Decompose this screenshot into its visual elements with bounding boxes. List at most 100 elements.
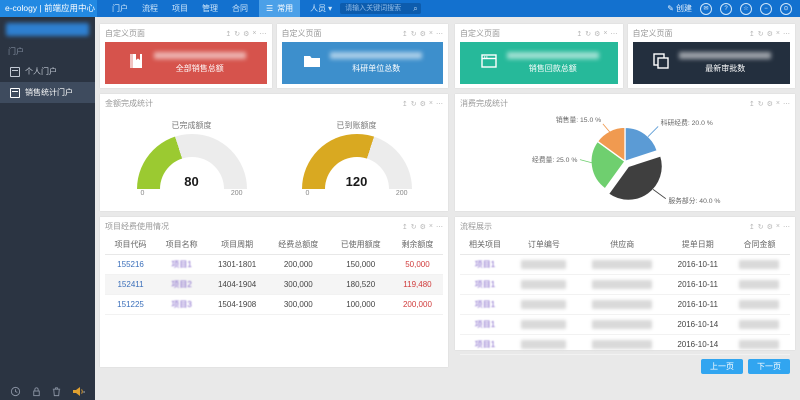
refresh-icon[interactable]: ↻ xyxy=(411,30,417,38)
gear-icon[interactable]: ⚙ xyxy=(420,30,426,38)
close-icon[interactable]: × xyxy=(429,100,433,107)
sidebar-bottom-toolbar xyxy=(0,386,95,397)
stat-card-payments[interactable]: 销售回款总额 xyxy=(460,42,618,84)
col-header: 订单编号 xyxy=(510,235,578,255)
search-icon[interactable]: ⌕ xyxy=(413,4,417,14)
stat-card-units[interactable]: 科研单位总数 xyxy=(282,42,444,84)
create-button[interactable]: ✎ 创建 xyxy=(667,3,692,14)
close-icon[interactable]: × xyxy=(776,30,780,37)
project-code-link[interactable]: 152411 xyxy=(105,275,156,295)
window-icon xyxy=(479,51,499,76)
share-icon[interactable]: ↥ xyxy=(749,30,755,38)
more-icon[interactable]: ⋯ xyxy=(783,100,790,108)
menu-item-manage[interactable]: 管理 xyxy=(202,3,218,14)
stat-card-approvals[interactable]: 最新审批数 xyxy=(633,42,791,84)
more-icon[interactable]: ⋯ xyxy=(611,30,618,38)
menu-item-common-active[interactable]: ☰ 常用 xyxy=(259,0,300,17)
panel-toolbar: ↥↻⚙×⋯ xyxy=(749,100,790,108)
announcement-speaker-icon[interactable] xyxy=(72,386,85,397)
col-header: 合同金额 xyxy=(729,235,790,255)
project-name-link[interactable]: 项目1 xyxy=(156,255,207,275)
refresh-icon[interactable]: ↻ xyxy=(758,30,764,38)
col-header: 相关项目 xyxy=(460,235,510,255)
gauge-min: 0 xyxy=(141,190,145,197)
create-label: 创建 xyxy=(676,3,692,14)
refresh-icon[interactable]: ↻ xyxy=(758,223,764,231)
gear-icon[interactable]: ⚙ xyxy=(767,223,773,231)
pie-panel: 消费完成统计 ↥↻⚙×⋯ xyxy=(455,94,795,211)
stat-value-blurred xyxy=(507,52,599,59)
close-icon[interactable]: × xyxy=(603,30,607,37)
related-project-link[interactable]: 项目1 xyxy=(460,275,510,295)
gear-icon[interactable]: ⚙ xyxy=(420,100,426,108)
gauge-label: 已完成额度 xyxy=(137,120,247,131)
message-icon[interactable]: ✉ xyxy=(700,3,712,15)
refresh-icon[interactable]: ↻ xyxy=(411,100,417,108)
list-item: 项目1 2016-10-14 xyxy=(460,315,790,335)
close-icon[interactable]: × xyxy=(776,100,780,107)
menu-item-contract[interactable]: 合同 xyxy=(232,3,248,14)
project-code-link[interactable]: 155216 xyxy=(105,255,156,275)
more-icon[interactable]: ⋯ xyxy=(783,30,790,38)
menu-item-project[interactable]: 项目 xyxy=(172,3,188,14)
project-name-link[interactable]: 项目3 xyxy=(156,295,207,315)
people-dropdown[interactable]: 人员 ▾ xyxy=(310,3,332,14)
share-icon[interactable]: ↥ xyxy=(402,223,408,231)
panel-title: 项目经费使用情况 xyxy=(105,221,169,232)
trash-icon[interactable] xyxy=(51,386,62,397)
flow-list-panel: 流程展示 ↥↻⚙×⋯ 相关项目 订单编号 供应商 提单日期 合同金额 xyxy=(455,217,795,350)
sidebar-item-personal-portal[interactable]: 个人门户 xyxy=(0,61,95,82)
project-code-link[interactable]: 151225 xyxy=(105,295,156,315)
gear-icon[interactable]: ⚙ xyxy=(767,100,773,108)
more-icon[interactable]: ⋯ xyxy=(436,223,443,231)
search-input[interactable] xyxy=(343,4,413,13)
gear-icon[interactable]: ⚙ xyxy=(243,30,249,38)
prev-page-button[interactable]: 上一页 xyxy=(701,359,743,374)
power-icon[interactable]: ⊙ xyxy=(780,3,792,15)
gear-icon[interactable]: ⚙ xyxy=(594,30,600,38)
help-icon[interactable]: ? xyxy=(720,3,732,15)
history-clock-icon[interactable] xyxy=(10,386,21,397)
share-icon[interactable]: ↥ xyxy=(749,223,755,231)
refresh-icon[interactable]: ↻ xyxy=(411,223,417,231)
related-project-link[interactable]: 项目1 xyxy=(460,255,510,275)
related-project-link[interactable]: 项目1 xyxy=(460,335,510,355)
gauge-value: 80 xyxy=(137,174,247,189)
menu-item-workflow[interactable]: 流程 xyxy=(142,3,158,14)
share-icon[interactable]: ↥ xyxy=(402,30,408,38)
refresh-icon[interactable]: ↻ xyxy=(585,30,591,38)
close-icon[interactable]: × xyxy=(429,30,433,37)
people-dropdown-label: 人员 xyxy=(310,3,326,14)
more-icon[interactable]: ⋯ xyxy=(436,30,443,38)
next-page-button[interactable]: 下一页 xyxy=(748,359,790,374)
menu-item-portal[interactable]: 门户 xyxy=(112,3,128,14)
more-icon[interactable]: ⋯ xyxy=(436,100,443,108)
gear-icon[interactable]: ⚙ xyxy=(420,223,426,231)
funds-used: 150,000 xyxy=(329,255,391,275)
gauge-panel: 金额完成统计 ↥↻⚙×⋯ 已完成额度 80 0 200 xyxy=(100,94,448,211)
related-project-link[interactable]: 项目1 xyxy=(460,295,510,315)
share-icon[interactable]: ↥ xyxy=(749,100,755,108)
refresh-icon[interactable]: ↻ xyxy=(758,100,764,108)
lock-icon[interactable] xyxy=(31,386,42,397)
minus-icon[interactable]: − xyxy=(760,3,772,15)
list-item: 项目1 2016-10-11 xyxy=(460,275,790,295)
close-icon[interactable]: × xyxy=(252,30,256,37)
share-icon[interactable]: ↥ xyxy=(225,30,231,38)
more-icon[interactable]: ⋯ xyxy=(260,30,267,38)
gauge-min: 0 xyxy=(306,190,310,197)
refresh-icon[interactable]: ↻ xyxy=(234,30,240,38)
related-project-link[interactable]: 项目1 xyxy=(460,315,510,335)
close-icon[interactable]: × xyxy=(429,223,433,230)
more-icon[interactable]: ⋯ xyxy=(783,223,790,231)
project-name-link[interactable]: 项目2 xyxy=(156,275,207,295)
col-header: 项目名称 xyxy=(156,235,207,255)
share-icon[interactable]: ↥ xyxy=(576,30,582,38)
gear-icon[interactable]: ⚙ xyxy=(767,30,773,38)
sidebar-item-sales-portal[interactable]: 销售统计门户 xyxy=(0,82,95,103)
share-icon[interactable]: ↥ xyxy=(402,100,408,108)
favorite-icon[interactable]: ☆ xyxy=(740,3,752,15)
col-header: 经费总额度 xyxy=(267,235,329,255)
stat-card-sales[interactable]: 全部销售总额 xyxy=(105,42,267,84)
close-icon[interactable]: × xyxy=(776,223,780,230)
